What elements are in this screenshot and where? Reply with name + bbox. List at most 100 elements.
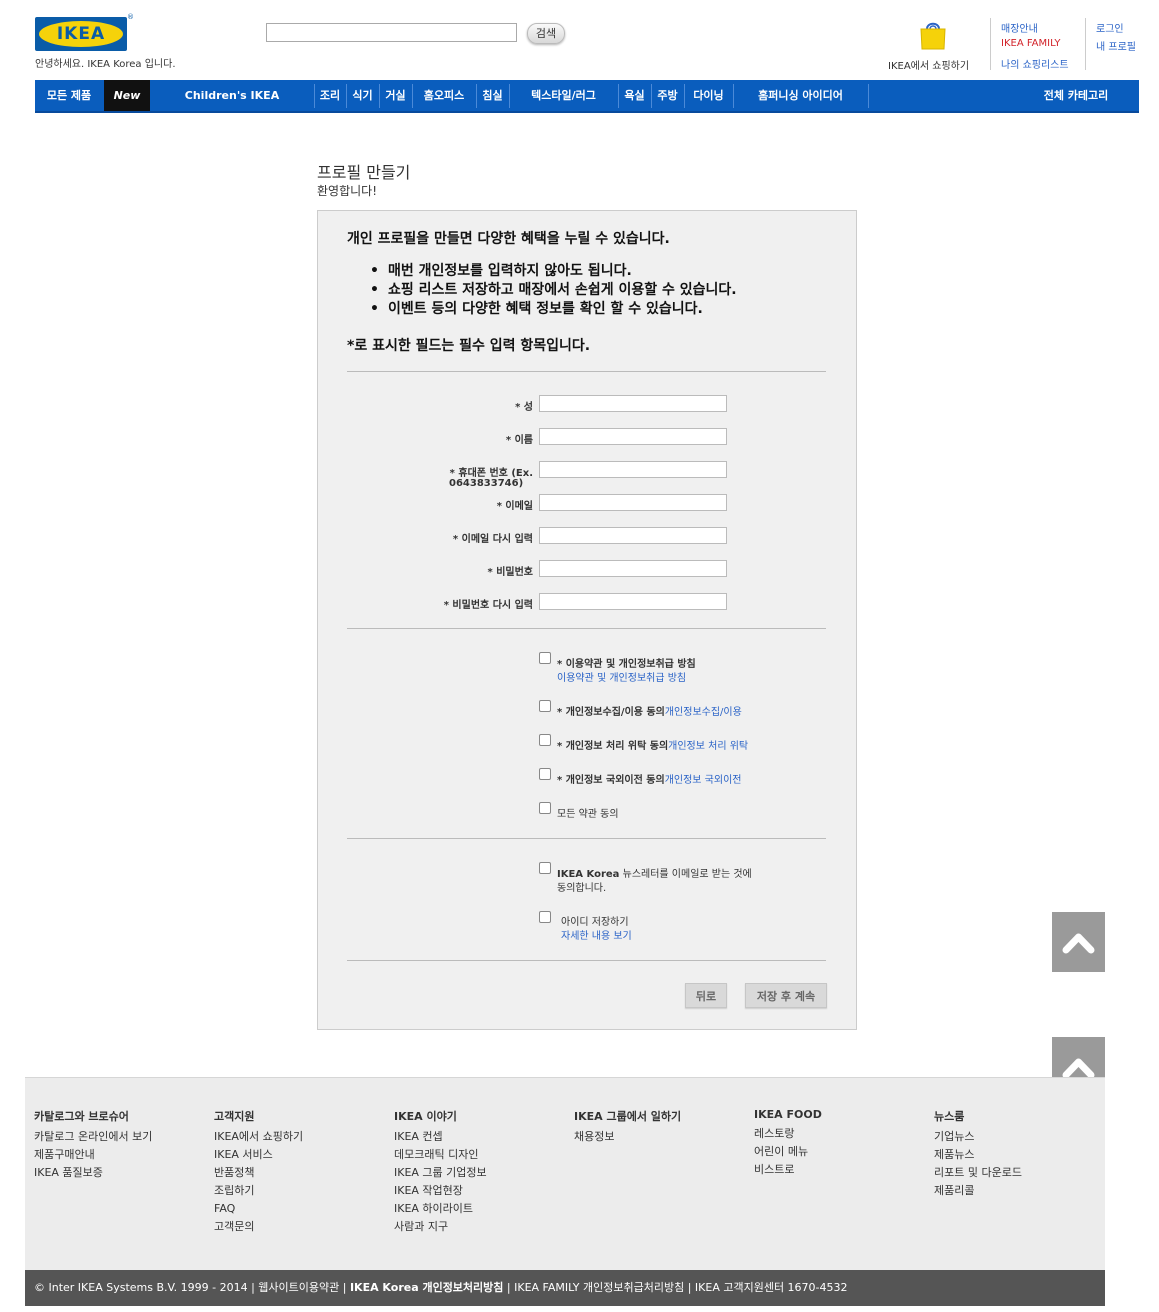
collect-consent-row: * 개인정보수집/이용 동의개인정보수집/이용	[557, 703, 742, 718]
scroll-to-top-button[interactable]	[1052, 912, 1105, 972]
terms-checkbox[interactable]	[539, 652, 551, 664]
password-confirm-label: * 비밀번호 다시 입력	[443, 600, 533, 611]
footer-column-title: 뉴스룸	[934, 1110, 965, 1123]
back-button[interactable]: 뒤로	[685, 983, 727, 1008]
my-profile-link[interactable]: 내 프로필	[1096, 38, 1136, 53]
footer-link[interactable]: IKEA 작업현장	[394, 1182, 487, 1200]
nav-living-room[interactable]: 거실	[380, 80, 411, 111]
section-divider	[347, 628, 826, 629]
nav-dining[interactable]: 다이닝	[685, 80, 732, 111]
footer-link[interactable]: 카탈로그 온라인에서 보기	[34, 1128, 152, 1146]
email-confirm-label: * 이메일 다시 입력	[452, 534, 533, 545]
footer-link[interactable]: IKEA에서 쇼핑하기	[214, 1128, 303, 1146]
ikea-family-link[interactable]: IKEA FAMILY	[1001, 38, 1060, 49]
search-button[interactable]: 검색	[527, 23, 565, 44]
required-fields-note: *로 표시한 필드는 필수 입력 항목입니다.	[347, 338, 591, 354]
logo-registered-mark: ®	[127, 13, 134, 21]
footer-column-careers: IKEA 그룹에서 일하기 채용정보	[574, 1108, 681, 1146]
nav-new[interactable]: New	[104, 80, 150, 111]
nav-tableware[interactable]: 식기	[347, 80, 378, 111]
nav-textiles-rugs[interactable]: 텍스타일/러그	[510, 80, 617, 111]
footer-link[interactable]: 비스트로	[754, 1161, 822, 1179]
collect-consent-link[interactable]: 개인정보수집/이용	[665, 707, 742, 718]
section-divider	[347, 838, 826, 839]
login-link[interactable]: 로그인	[1096, 20, 1124, 35]
transfer-consent-checkbox[interactable]	[539, 768, 551, 780]
footer-link[interactable]: 반품정책	[214, 1164, 303, 1182]
save-id-label: 아이디 저장하기	[561, 917, 629, 928]
footer-column-title: IKEA FOOD	[754, 1108, 822, 1121]
first-name-input[interactable]	[539, 428, 727, 445]
search-input[interactable]	[266, 23, 517, 42]
footer-link[interactable]: IKEA 품질보증	[34, 1164, 152, 1182]
footer-link[interactable]: 제품구매안내	[34, 1146, 152, 1164]
section-divider	[347, 960, 826, 961]
welcome-text: 안녕하세요. IKEA Korea 입니다.	[35, 59, 176, 70]
email-input[interactable]	[539, 494, 727, 511]
footer-link[interactable]: IKEA 서비스	[214, 1146, 303, 1164]
footer-link[interactable]: IKEA 그룹 기업정보	[394, 1164, 487, 1182]
header-divider	[1085, 18, 1086, 70]
agree-all-checkbox[interactable]	[539, 802, 551, 814]
footer-link[interactable]: 고객문의	[214, 1218, 303, 1236]
shopping-bag-icon[interactable]	[919, 20, 947, 50]
outsource-consent-link[interactable]: 개인정보 처리 위탁	[668, 741, 748, 752]
page-title: 프로필 만들기	[317, 163, 411, 182]
footer-column-support: 고객지원 IKEA에서 쇼핑하기 IKEA 서비스 반품정책 조립하기 FAQ …	[214, 1108, 303, 1236]
form-intro: 개인 프로필을 만들면 다양한 혜택을 누릴 수 있습니다.	[347, 231, 670, 247]
newsletter-label-line1: IKEA Korea 뉴스레터를 이메일로 받는 것에	[557, 865, 752, 880]
footer-link[interactable]: 데모크래틱 디자인	[394, 1146, 487, 1164]
nav-home-furnishing-ideas[interactable]: 홈퍼니싱 아이디어	[734, 80, 867, 111]
email-confirm-input[interactable]	[539, 527, 727, 544]
collect-consent-checkbox[interactable]	[539, 700, 551, 712]
footer-column-title: IKEA 그룹에서 일하기	[574, 1110, 682, 1123]
save-id-checkbox[interactable]	[539, 911, 551, 923]
footer-link[interactable]: 기업뉴스	[934, 1128, 1022, 1146]
privacy-policy-link[interactable]: IKEA Korea 개인정보처리방침	[350, 1281, 503, 1294]
store-info-link[interactable]: 매장안내	[1001, 20, 1038, 35]
newsletter-label-line2: 동의합니다.	[557, 883, 607, 894]
first-name-label: * 이름	[505, 435, 533, 446]
phone-input[interactable]	[539, 461, 727, 478]
footer-link[interactable]: 채용정보	[574, 1128, 681, 1146]
nav-bedroom[interactable]: 침실	[477, 80, 508, 111]
nav-childrens-ikea[interactable]: Children's IKEA	[151, 80, 313, 111]
save-continue-button[interactable]: 저장 후 계속	[745, 983, 827, 1008]
outsource-consent-row: * 개인정보 처리 위탁 동의개인정보 처리 위탁	[557, 737, 748, 752]
footer-link[interactable]: 어린이 메뉴	[754, 1143, 822, 1161]
footer-column-catalog: 카탈로그와 브로슈어 카탈로그 온라인에서 보기 제품구매안내 IKEA 품질보…	[34, 1108, 152, 1182]
password-label: * 비밀번호	[487, 567, 533, 578]
nav-all-categories[interactable]: 전체 카테고리	[1020, 80, 1132, 111]
footer-link[interactable]: 제품리콜	[934, 1182, 1022, 1200]
footer-column-title: IKEA 이야기	[394, 1110, 457, 1123]
collect-consent-label: * 개인정보수집/이용 동의	[557, 707, 665, 718]
last-name-label: * 성	[515, 402, 533, 413]
footer-link[interactable]: FAQ	[214, 1200, 303, 1218]
nav-cooking[interactable]: 조리	[315, 80, 345, 111]
footer-link[interactable]: 제품뉴스	[934, 1146, 1022, 1164]
footer-link[interactable]: IKEA 컨셉	[394, 1128, 487, 1146]
nav-kitchen[interactable]: 주방	[652, 80, 683, 111]
save-id-details-link[interactable]: 자세한 내용 보기	[561, 927, 632, 942]
ikea-logo[interactable]: IKEA ®	[35, 13, 134, 51]
footer-link[interactable]: 사람과 지구	[394, 1218, 487, 1236]
footer-link[interactable]: 조립하기	[214, 1182, 303, 1200]
transfer-consent-link[interactable]: 개인정보 국외이전	[665, 775, 742, 786]
footer-link[interactable]: 리포트 및 다운로드	[934, 1164, 1022, 1182]
shopping-list-link[interactable]: 나의 쇼핑리스트	[1001, 56, 1069, 71]
page-subtitle: 환영합니다!	[317, 184, 378, 198]
outsource-consent-checkbox[interactable]	[539, 734, 551, 746]
category-nav-bar: 모든 제품 New Children's IKEA 조리 식기 거실 홈오피스 …	[35, 80, 1139, 113]
nav-all-products[interactable]: 모든 제품	[35, 80, 103, 111]
last-name-input[interactable]	[539, 395, 727, 412]
nav-home-office[interactable]: 홈오피스	[413, 80, 475, 111]
newsletter-checkbox[interactable]	[539, 862, 551, 874]
shop-at-ikea-label[interactable]: IKEA에서 쇼핑하기	[888, 57, 969, 72]
footer-link[interactable]: IKEA 하이라이트	[394, 1200, 487, 1218]
nav-bathroom[interactable]: 욕실	[619, 80, 650, 111]
password-confirm-input[interactable]	[539, 593, 727, 610]
password-input[interactable]	[539, 560, 727, 577]
phone-label: * 휴대폰 번호 (Ex.	[449, 468, 533, 479]
footer-link[interactable]: 레스토랑	[754, 1125, 822, 1143]
terms-link[interactable]: 이용약관 및 개인정보취급 방침	[557, 669, 686, 684]
